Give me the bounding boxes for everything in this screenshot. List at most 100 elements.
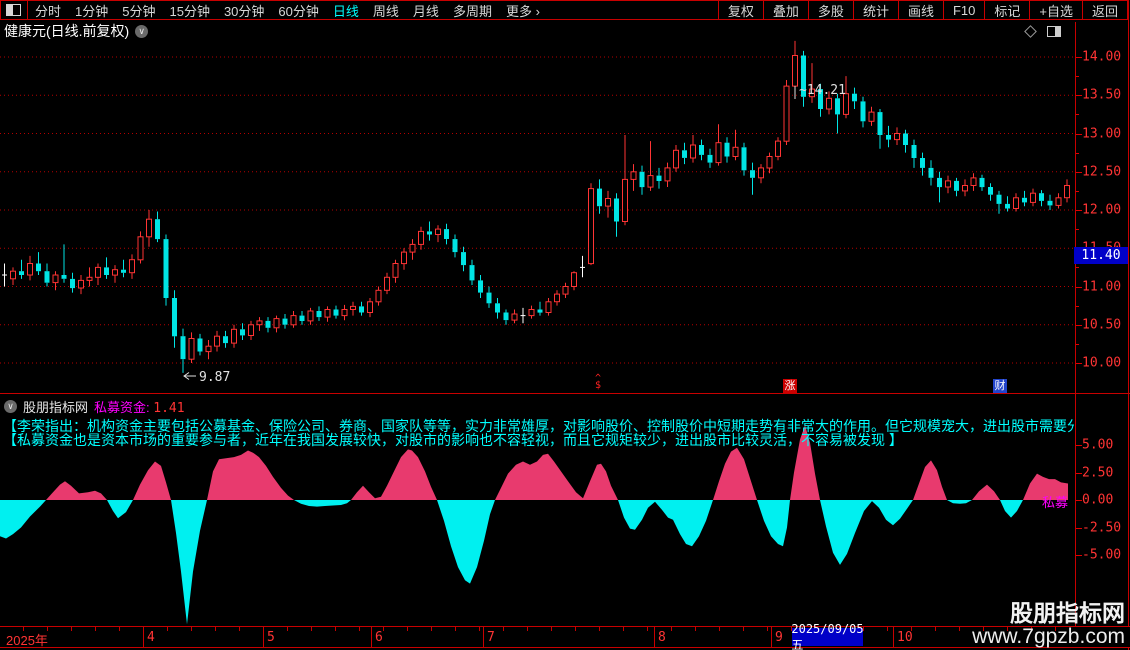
menu-item-分时[interactable]: 分时 bbox=[28, 1, 68, 19]
indicator-axis-tick bbox=[1076, 445, 1082, 446]
menu-item-+自选[interactable]: +自选 bbox=[1029, 1, 1082, 19]
price-axis-tick bbox=[1076, 57, 1082, 58]
month-label-6: 6 bbox=[375, 630, 383, 645]
price-axis-tick bbox=[1076, 133, 1082, 135]
layout-split-icon-fill bbox=[1055, 26, 1060, 36]
menu-item-多股[interactable]: 多股 bbox=[807, 1, 853, 19]
trading-app-window: 分时 1分钟 5分钟 15分钟 30分钟 60分钟 日线 周线 月线 多周期 更多 › 复权 叠加 多股… bbox=[0, 0, 1130, 650]
candlestick-chart[interactable]: ~14.21 9.87 bbox=[0, 40, 1075, 394]
indicator-axis-tick bbox=[1076, 472, 1082, 474]
menu-item-画线[interactable]: 画线 bbox=[897, 1, 943, 19]
menu-item-统计[interactable]: 统计 bbox=[852, 1, 898, 19]
price-axis-minor-tick bbox=[1076, 267, 1079, 269]
event-marker-$[interactable]: ^ $ bbox=[592, 374, 604, 391]
price-axis-minor-tick bbox=[1076, 229, 1079, 231]
month-divider bbox=[371, 627, 372, 647]
chart-title: 健康元(日线.前复权) bbox=[4, 23, 130, 39]
indicator-axis-tick bbox=[1076, 555, 1082, 556]
menu-item-周线[interactable]: 周线 bbox=[366, 1, 406, 19]
indicator-axis-label: 5.00 bbox=[1082, 437, 1114, 453]
price-axis-label: 14.00 bbox=[1082, 49, 1122, 65]
indicator-source: 股朋指标网 bbox=[23, 400, 89, 415]
diamond-icon[interactable] bbox=[1024, 24, 1037, 38]
date-axis: 2025年 4 5 6 7 8 9 10 2025/09/05五 bbox=[0, 621, 1130, 650]
selected-date-box: 2025/09/05五 bbox=[791, 621, 864, 650]
indicator-header: ∨ 股朋指标网 私募资金: 1.41 bbox=[4, 397, 185, 416]
month-divider bbox=[483, 627, 484, 647]
price-axis-tick bbox=[1076, 363, 1082, 364]
indicator-axis-tick bbox=[1076, 527, 1082, 529]
menu-item-多周期[interactable]: 多周期 bbox=[446, 1, 499, 19]
price-axis-tick bbox=[1076, 171, 1082, 173]
price-axis-minor-tick bbox=[1076, 305, 1079, 307]
menu-item-日线[interactable]: 日线 bbox=[326, 1, 366, 19]
split-window-icon-fill bbox=[7, 5, 13, 15]
price-axis-label: 10.00 bbox=[1082, 355, 1122, 371]
month-label-10: 10 bbox=[897, 630, 913, 645]
date-axis-ticks bbox=[0, 627, 1075, 631]
price-axis-label: 12.50 bbox=[1082, 164, 1122, 180]
menu-item-返回[interactable]: 返回 bbox=[1081, 1, 1127, 19]
indicator-axis-label: 2.50 bbox=[1082, 465, 1114, 480]
menu-item-60分钟[interactable]: 60分钟 bbox=[271, 1, 325, 19]
title-icons bbox=[1024, 24, 1075, 38]
menu-item-标记[interactable]: 标记 bbox=[984, 1, 1029, 19]
menu-item-月线[interactable]: 月线 bbox=[406, 1, 446, 19]
site-watermark: 股朋指标网 www.7gpzb.com bbox=[972, 601, 1125, 648]
menu-item-叠加[interactable]: 叠加 bbox=[762, 1, 808, 19]
price-axis-minor-tick bbox=[1076, 114, 1079, 116]
price-axis-minor-tick bbox=[1076, 152, 1079, 154]
menu-item-1分钟[interactable]: 1分钟 bbox=[68, 1, 115, 19]
indicator-note-line2: 【私募资金也是资本市场的重要参与者，近年在我国发展较快，对股市的影响也不容轻视，… bbox=[3, 432, 903, 448]
event-marker-涨[interactable]: 涨 bbox=[783, 379, 797, 393]
price-axis-label: 10.50 bbox=[1082, 317, 1122, 333]
menu-item-F10[interactable]: F10 bbox=[942, 1, 984, 19]
month-label-9: 9 bbox=[775, 630, 783, 645]
indicator-line-label: 私募 bbox=[1042, 495, 1069, 510]
chart-title-bar: 健康元(日线.前复权) ∨ bbox=[0, 22, 1075, 40]
layout-split-icon[interactable] bbox=[1047, 25, 1061, 37]
month-divider bbox=[771, 627, 772, 647]
indicator-name: 私募资金: bbox=[94, 400, 150, 415]
menu-item-30分钟[interactable]: 30分钟 bbox=[217, 1, 271, 19]
watermark-url: www.7gpzb.com bbox=[972, 625, 1125, 648]
panel-separator-line bbox=[0, 393, 1130, 394]
watermark-site-name: 股朋指标网 bbox=[1010, 600, 1125, 626]
price-axis-label: 11.00 bbox=[1082, 279, 1122, 294]
price-axis-label: 13.00 bbox=[1082, 126, 1122, 141]
month-divider bbox=[143, 627, 144, 647]
indicator-value: 1.41 bbox=[153, 401, 185, 416]
menu-item-5分钟[interactable]: 5分钟 bbox=[115, 1, 162, 19]
event-marker-财[interactable]: 财 bbox=[993, 379, 1007, 393]
price-axis-tick bbox=[1076, 324, 1082, 326]
top-menu-bar: 分时 1分钟 5分钟 15分钟 30分钟 60分钟 日线 周线 月线 多周期 更多 › 复权 叠加 多股… bbox=[0, 0, 1128, 20]
price-axis-label: 12.00 bbox=[1082, 202, 1122, 218]
tools-menu: 复权 叠加 多股 统计 画线 F10 标记 +自选 返回 bbox=[717, 1, 1127, 19]
menu-item-复权[interactable]: 复权 bbox=[717, 1, 763, 19]
month-label-8: 8 bbox=[658, 630, 666, 645]
chevron-down-icon[interactable]: ∨ bbox=[135, 24, 149, 38]
price-axis-tick bbox=[1076, 286, 1082, 288]
right-screen-border bbox=[1128, 0, 1129, 650]
indicator-axis-label: -2.50 bbox=[1082, 520, 1122, 535]
period-menu: 分时 1分钟 5分钟 15分钟 30分钟 60分钟 日线 周线 月线 多周期 更多 › bbox=[28, 1, 547, 19]
menu-item-15分钟[interactable]: 15分钟 bbox=[162, 1, 216, 19]
last-price-box: 11.40 bbox=[1074, 247, 1128, 264]
month-label-7: 7 bbox=[487, 630, 495, 645]
split-window-icon[interactable] bbox=[6, 4, 21, 16]
svg-text:9.87: 9.87 bbox=[199, 370, 230, 385]
svg-text:~14.21: ~14.21 bbox=[799, 83, 846, 98]
indicator-axis-tick bbox=[1076, 500, 1082, 501]
indicator-axis-label: -5.00 bbox=[1082, 547, 1122, 563]
price-axis-minor-tick bbox=[1076, 190, 1079, 192]
price-axis-label: 13.50 bbox=[1082, 87, 1122, 103]
collapse-chevron-icon[interactable]: ∨ bbox=[4, 400, 17, 413]
indicator-axis-label: 0.00 bbox=[1082, 492, 1114, 508]
month-divider bbox=[263, 627, 264, 647]
menu-item-更多 ›[interactable]: 更多 › bbox=[499, 1, 547, 19]
month-divider bbox=[893, 627, 894, 647]
month-label-5: 5 bbox=[267, 630, 275, 645]
month-label-4: 4 bbox=[147, 630, 155, 645]
price-axis-tick bbox=[1076, 95, 1082, 97]
price-axis-tick bbox=[1076, 210, 1082, 211]
